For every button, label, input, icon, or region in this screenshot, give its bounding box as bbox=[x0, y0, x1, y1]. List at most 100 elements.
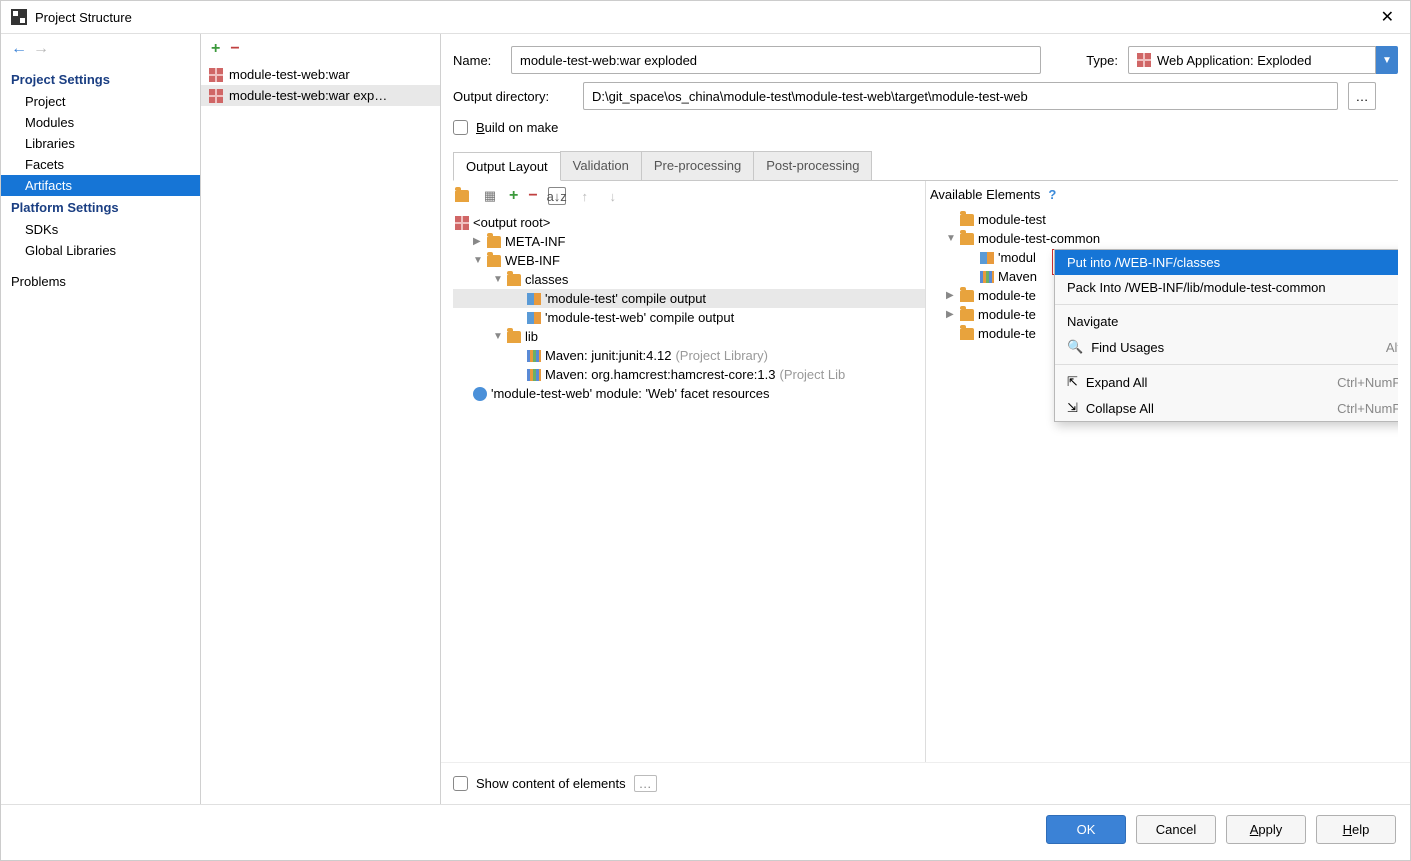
nav-item-global-libraries[interactable]: Global Libraries bbox=[1, 240, 200, 261]
output-tree-node[interactable]: ▼classes bbox=[453, 270, 925, 289]
apply-button[interactable]: Apply bbox=[1226, 815, 1306, 844]
remove-artifact-icon[interactable]: − bbox=[230, 40, 239, 58]
context-menu-item[interactable]: Put into /WEB-INF/classes bbox=[1055, 250, 1398, 275]
folder-icon bbox=[960, 214, 974, 226]
type-dropdown-icon[interactable]: ▼ bbox=[1376, 46, 1398, 74]
search-icon: 🔍 bbox=[1067, 339, 1083, 355]
new-archive-icon[interactable]: ▦ bbox=[481, 187, 499, 205]
help-icon[interactable]: ? bbox=[1048, 187, 1056, 202]
tab-output-layout[interactable]: Output Layout bbox=[453, 152, 561, 181]
output-tree-node[interactable]: 'module-test-web' module: 'Web' facet re… bbox=[453, 384, 925, 403]
nav-item-artifacts[interactable]: Artifacts bbox=[1, 175, 200, 196]
nav-item-facets[interactable]: Facets bbox=[1, 154, 200, 175]
nav-item-modules[interactable]: Modules bbox=[1, 112, 200, 133]
available-element-node[interactable]: ▼module-test-common bbox=[926, 229, 1398, 248]
expander-icon[interactable]: ▶ bbox=[946, 309, 956, 320]
name-label: Name: bbox=[453, 53, 501, 68]
archive-icon bbox=[455, 216, 469, 230]
artifact-list-item[interactable]: module-test-web:war bbox=[201, 64, 440, 85]
cancel-button[interactable]: Cancel bbox=[1136, 815, 1216, 844]
folder-icon bbox=[487, 255, 501, 267]
close-icon[interactable]: ✕ bbox=[1375, 7, 1400, 27]
help-button[interactable]: Help bbox=[1316, 815, 1396, 844]
type-label: Type: bbox=[1086, 53, 1118, 68]
nav-section-platform-settings: Platform Settings bbox=[1, 196, 200, 219]
context-menu-item[interactable]: ⇲Collapse AllCtrl+NumP bbox=[1055, 395, 1398, 421]
output-tree-node[interactable]: ▼lib bbox=[453, 327, 925, 346]
output-tree-node[interactable]: 'module-test-web' compile output bbox=[453, 308, 925, 327]
show-content-config-icon[interactable]: … bbox=[634, 775, 657, 792]
folder-icon bbox=[507, 331, 521, 343]
module-icon bbox=[980, 252, 994, 264]
expander-icon[interactable]: ▶ bbox=[473, 236, 483, 247]
add-copy-icon[interactable]: + bbox=[509, 187, 518, 205]
build-on-make-label: Build on make bbox=[476, 120, 558, 135]
library-icon bbox=[980, 271, 994, 283]
available-element-node[interactable]: module-test bbox=[926, 210, 1398, 229]
nav-item-problems[interactable]: Problems bbox=[1, 271, 200, 292]
output-root-node[interactable]: <output root> bbox=[453, 213, 925, 232]
sort-az-icon[interactable]: a↓z bbox=[548, 187, 566, 205]
expander-icon[interactable]: ▼ bbox=[493, 331, 503, 342]
expander-icon[interactable]: ▼ bbox=[473, 255, 483, 266]
folder-icon bbox=[960, 328, 974, 340]
folder-icon bbox=[960, 290, 974, 302]
output-tree-node[interactable]: Maven: org.hamcrest:hamcrest-core:1.3 (P… bbox=[453, 365, 925, 384]
forward-arrow-icon[interactable]: → bbox=[33, 40, 49, 58]
tab-pre-processing[interactable]: Pre-processing bbox=[641, 151, 754, 180]
nav-item-sdks[interactable]: SDKs bbox=[1, 219, 200, 240]
title-bar: Project Structure ✕ bbox=[1, 1, 1410, 34]
output-dir-browse-icon[interactable]: … bbox=[1348, 82, 1376, 110]
context-menu-item[interactable]: 🔍Find UsagesAlt bbox=[1055, 334, 1398, 360]
archive-icon bbox=[209, 89, 223, 103]
output-tree-node[interactable]: ▶META-INF bbox=[453, 232, 925, 251]
context-menu-item[interactable]: Navigate bbox=[1055, 309, 1398, 334]
add-artifact-icon[interactable]: + bbox=[211, 40, 220, 58]
ok-button[interactable]: OK bbox=[1046, 815, 1126, 844]
show-content-checkbox[interactable] bbox=[453, 776, 468, 791]
output-dir-input[interactable] bbox=[583, 82, 1338, 110]
dialog-footer: OK Cancel Apply Help bbox=[1, 804, 1410, 860]
artifact-tabs: Output Layout Validation Pre-processing … bbox=[453, 151, 1398, 181]
move-down-icon[interactable]: ↓ bbox=[604, 187, 622, 205]
context-menu: Put into /WEB-INF/classesPack Into /WEB-… bbox=[1054, 249, 1398, 422]
tab-post-processing[interactable]: Post-processing bbox=[753, 151, 872, 180]
nav-item-project[interactable]: Project bbox=[1, 91, 200, 112]
output-tree-node[interactable]: ▼WEB-INF bbox=[453, 251, 925, 270]
shortcut-label: Ctrl+NumP bbox=[1337, 375, 1398, 390]
artifacts-list-panel: + − module-test-web:warmodule-test-web:w… bbox=[201, 34, 441, 804]
collapse-all-icon: ⇲ bbox=[1067, 400, 1078, 416]
output-tree-node[interactable]: Maven: junit:junit:4.12 (Project Library… bbox=[453, 346, 925, 365]
artifact-editor-panel: Name: Type: Web Application: Exploded ▼ … bbox=[441, 34, 1410, 804]
tab-validation[interactable]: Validation bbox=[560, 151, 642, 180]
nav-section-project-settings: Project Settings bbox=[1, 68, 200, 91]
type-select-box[interactable]: Web Application: Exploded bbox=[1128, 46, 1376, 74]
folder-icon bbox=[960, 309, 974, 321]
output-tree-node[interactable]: 'module-test' compile output bbox=[453, 289, 925, 308]
library-icon bbox=[527, 369, 541, 381]
window-title: Project Structure bbox=[35, 10, 132, 25]
expander-icon[interactable]: ▼ bbox=[946, 233, 956, 244]
artifact-name-input[interactable] bbox=[511, 46, 1041, 74]
module-icon bbox=[527, 293, 541, 305]
archive-icon bbox=[209, 68, 223, 82]
expander-icon[interactable]: ▼ bbox=[493, 274, 503, 285]
available-elements-header: Available Elements bbox=[930, 187, 1040, 202]
folder-icon bbox=[487, 236, 501, 248]
nav-item-libraries[interactable]: Libraries bbox=[1, 133, 200, 154]
remove-item-icon[interactable]: − bbox=[528, 187, 537, 205]
back-arrow-icon[interactable]: ← bbox=[11, 40, 27, 58]
left-nav-panel: ← → Project Settings Project Modules Lib… bbox=[1, 34, 201, 804]
move-up-icon[interactable]: ↑ bbox=[576, 187, 594, 205]
expander-icon[interactable]: ▶ bbox=[946, 290, 956, 301]
context-menu-item[interactable]: ⇱Expand AllCtrl+NumP bbox=[1055, 369, 1398, 395]
artifact-list-item[interactable]: module-test-web:war exp… bbox=[201, 85, 440, 106]
new-folder-icon[interactable] bbox=[453, 187, 471, 205]
shortcut-label: Alt bbox=[1386, 340, 1398, 355]
folder-icon bbox=[507, 274, 521, 286]
build-on-make-checkbox[interactable] bbox=[453, 120, 468, 135]
library-icon bbox=[527, 350, 541, 362]
context-menu-item[interactable]: Pack Into /WEB-INF/lib/module-test-commo… bbox=[1055, 275, 1398, 300]
web-icon bbox=[473, 387, 487, 401]
app-icon bbox=[11, 9, 27, 25]
